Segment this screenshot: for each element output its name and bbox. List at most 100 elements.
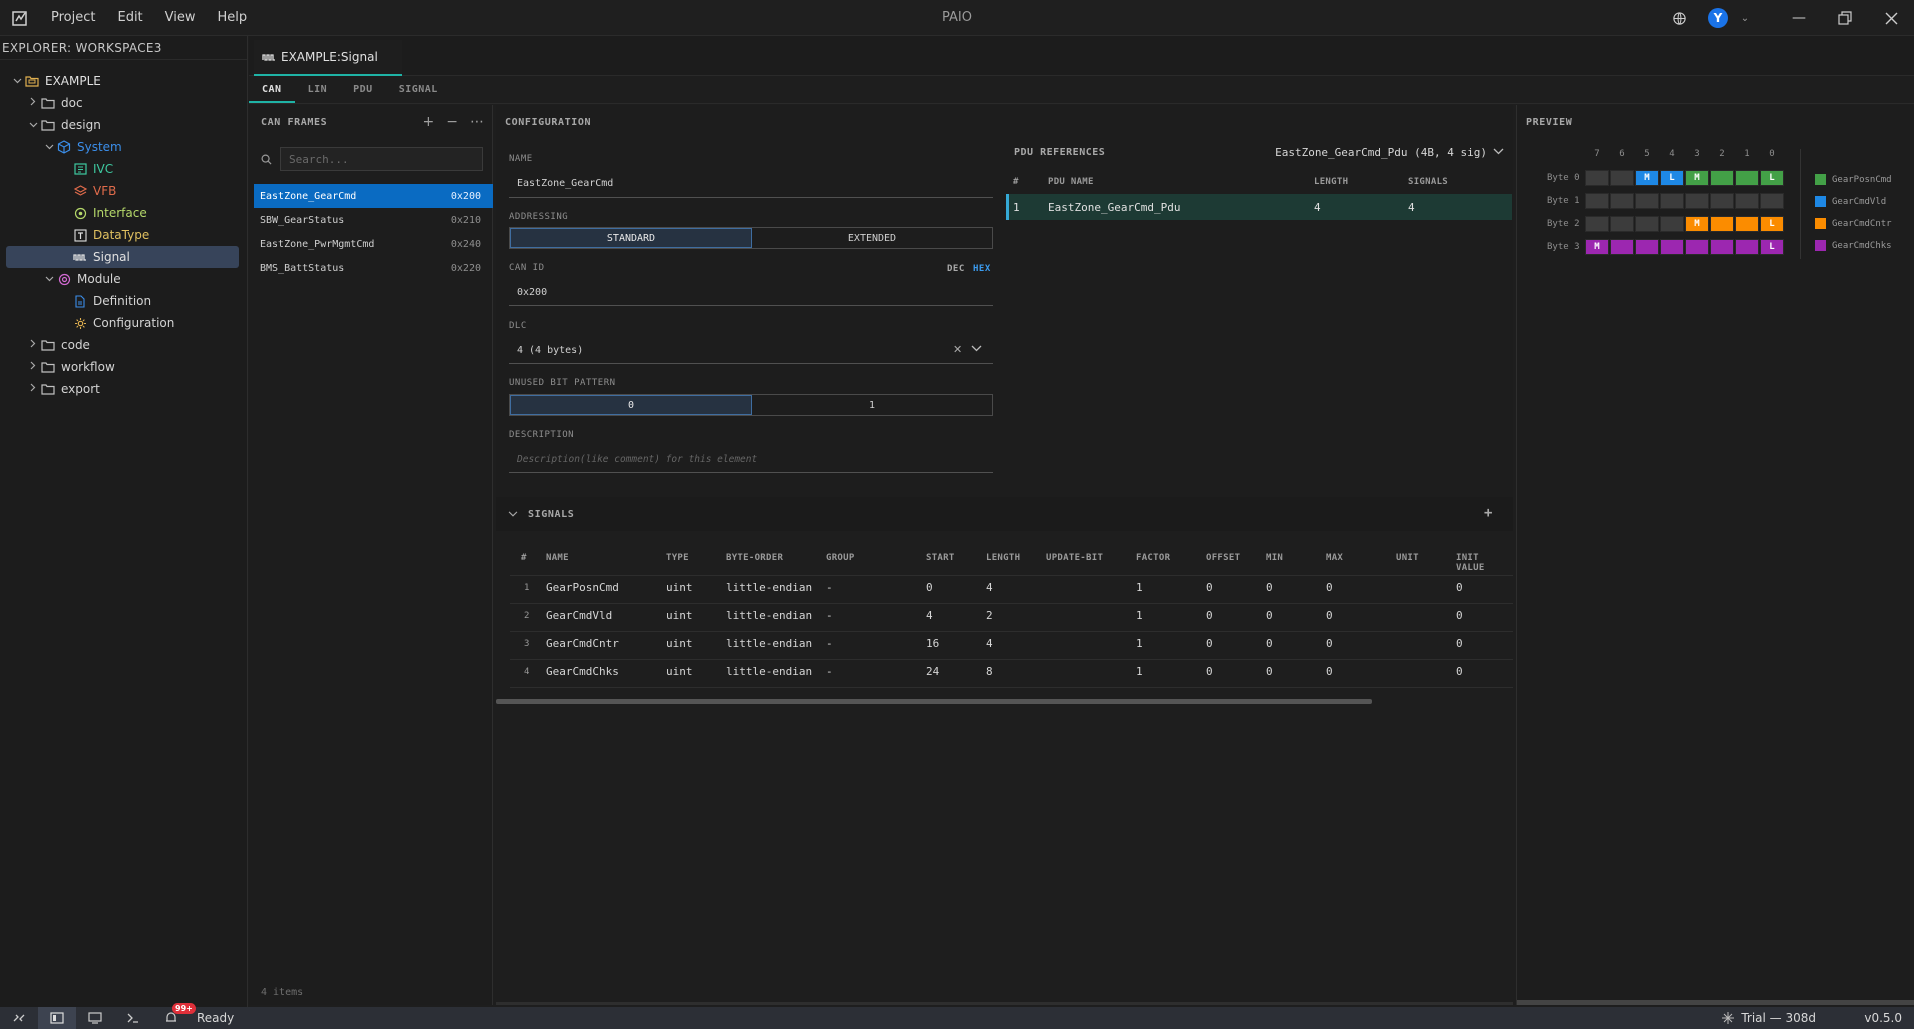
dlc-select[interactable]: 4 (4 bytes) [517, 345, 583, 356]
notifications-icon[interactable]: 99+ [152, 1003, 196, 1029]
format-dec-toggle[interactable]: DEC [947, 264, 965, 274]
bit-cell[interactable] [1660, 216, 1684, 232]
menu-edit[interactable]: Edit [106, 0, 153, 36]
signal-cell-offset[interactable]: 0 [1206, 637, 1213, 650]
signals-col-idx[interactable]: # [521, 553, 527, 563]
clear-icon[interactable]: ✕ [953, 343, 962, 356]
bit-cell[interactable]: M [1685, 216, 1709, 232]
bit-cell[interactable] [1735, 193, 1759, 209]
account-chevron-down-icon[interactable]: ⌄ [1734, 0, 1756, 36]
signal-cell-factor[interactable]: 1 [1136, 609, 1143, 622]
globe-icon[interactable] [1656, 0, 1702, 36]
signal-cell-init[interactable]: 0 [1456, 581, 1463, 594]
signals-col-offset[interactable]: OFFSET [1206, 553, 1240, 563]
tree-item-datatype[interactable]: DataType [6, 224, 239, 246]
signals-col-update[interactable]: UPDATE-BIT [1046, 553, 1103, 563]
sidebar-toggle-icon[interactable] [38, 1007, 76, 1029]
addressing-extended-option[interactable]: EXTENDED [752, 228, 992, 248]
bit-cell[interactable]: M [1685, 170, 1709, 186]
signal-cell-init[interactable]: 0 [1456, 665, 1463, 678]
signal-cell-min[interactable]: 0 [1266, 581, 1273, 594]
signal-cell-group[interactable]: - [826, 609, 833, 622]
menu-help[interactable]: Help [207, 0, 259, 36]
bit-cell[interactable] [1610, 170, 1634, 186]
add-frame-icon[interactable]: + [423, 114, 435, 130]
signal-cell-init[interactable]: 0 [1456, 637, 1463, 650]
tree-item-interface[interactable]: Interface [6, 202, 239, 224]
chevron-right-icon[interactable] [26, 383, 40, 395]
signal-cell-start[interactable]: 24 [926, 665, 939, 678]
tab-signal[interactable]: SIGNAL [386, 76, 451, 103]
remove-frame-icon[interactable]: − [446, 114, 458, 130]
chevron-down-icon[interactable] [971, 345, 982, 353]
signal-cell-min[interactable]: 0 [1266, 609, 1273, 622]
signals-col-factor[interactable]: FACTOR [1136, 553, 1170, 563]
signals-col-start[interactable]: START [926, 553, 955, 563]
bit-cell[interactable]: L [1660, 170, 1684, 186]
signal-cell-max[interactable]: 0 [1326, 581, 1333, 594]
tree-item-doc[interactable]: doc [6, 92, 239, 114]
list-item[interactable]: EastZone_GearCmd 0x200 [254, 184, 493, 208]
signals-col-name[interactable]: NAME [546, 553, 569, 563]
horizontal-scrollbar[interactable] [496, 699, 1372, 704]
tree-item-code[interactable]: code [6, 334, 239, 356]
tree-item-example[interactable]: EXAMPLE [6, 70, 239, 92]
signals-col-type[interactable]: TYPE [666, 553, 689, 563]
addressing-standard-option[interactable]: STANDARD [510, 228, 752, 248]
bit-cell[interactable] [1735, 170, 1759, 186]
tree-item-module[interactable]: Module [6, 268, 239, 290]
can-id-input[interactable]: 0x200 [517, 287, 547, 298]
account-button[interactable]: Y [1702, 0, 1734, 36]
format-hex-toggle[interactable]: HEX [973, 264, 991, 274]
bit-cell[interactable] [1585, 193, 1609, 209]
signal-cell-group[interactable]: - [826, 665, 833, 678]
tree-item-system[interactable]: System [6, 136, 239, 158]
tree-item-design[interactable]: design [6, 114, 239, 136]
frame-search-input[interactable] [280, 147, 483, 171]
chevron-right-icon[interactable] [26, 361, 40, 373]
signal-cell-length[interactable]: 2 [986, 609, 993, 622]
bit-cell[interactable] [1610, 239, 1634, 255]
list-item[interactable]: BMS_BattStatus 0x220 [254, 256, 493, 280]
bit-cell[interactable] [1585, 216, 1609, 232]
signals-col-group[interactable]: GROUP [826, 553, 855, 563]
menu-view[interactable]: View [154, 0, 207, 36]
tab-pdu[interactable]: PDU [340, 76, 386, 103]
tree-item-signal[interactable]: Signal [6, 246, 239, 268]
signal-cell-start[interactable]: 0 [926, 581, 933, 594]
tree-item-workflow[interactable]: workflow [6, 356, 239, 378]
bit-cell[interactable] [1760, 193, 1784, 209]
terminal-icon[interactable] [114, 1007, 152, 1029]
signal-cell-max[interactable]: 0 [1326, 637, 1333, 650]
close-icon[interactable] [1868, 0, 1914, 36]
list-item[interactable]: EastZone_PwrMgmtCmd 0x240 [254, 232, 493, 256]
signals-col-unit[interactable]: UNIT [1396, 553, 1419, 563]
remote-icon[interactable] [0, 1007, 38, 1029]
signal-cell-type[interactable]: uint [666, 609, 693, 622]
chevron-down-icon[interactable] [10, 76, 24, 87]
bit-cell[interactable]: M [1635, 170, 1659, 186]
signal-cell-length[interactable]: 4 [986, 637, 993, 650]
chevron-right-icon[interactable] [26, 339, 40, 351]
bit-cell[interactable] [1710, 239, 1734, 255]
signal-cell-factor[interactable]: 1 [1136, 637, 1143, 650]
menu-project[interactable]: Project [40, 0, 106, 36]
signal-cell-init[interactable]: 0 [1456, 609, 1463, 622]
signal-cell-name[interactable]: GearCmdVld [546, 609, 612, 622]
signal-cell-type[interactable]: uint [666, 581, 693, 594]
signal-cell-factor[interactable]: 1 [1136, 581, 1143, 594]
more-options-icon[interactable]: ⋯ [470, 114, 484, 130]
restore-icon[interactable] [1822, 0, 1868, 36]
signals-col-length[interactable]: LENGTH [986, 553, 1020, 563]
bit-cell[interactable] [1635, 193, 1659, 209]
bit-cell[interactable] [1660, 239, 1684, 255]
unused-bit-0-option[interactable]: 0 [510, 395, 752, 415]
signal-cell-max[interactable]: 0 [1326, 609, 1333, 622]
minimize-icon[interactable]: — [1776, 0, 1822, 36]
signal-cell-max[interactable]: 0 [1326, 665, 1333, 678]
bit-cell[interactable] [1710, 216, 1734, 232]
bit-cell[interactable] [1735, 239, 1759, 255]
signal-cell-idx[interactable]: 3 [524, 639, 529, 649]
bit-cell[interactable] [1635, 239, 1659, 255]
table-row[interactable]: 1 EastZone_GearCmd_Pdu 4 4 [1006, 194, 1512, 220]
